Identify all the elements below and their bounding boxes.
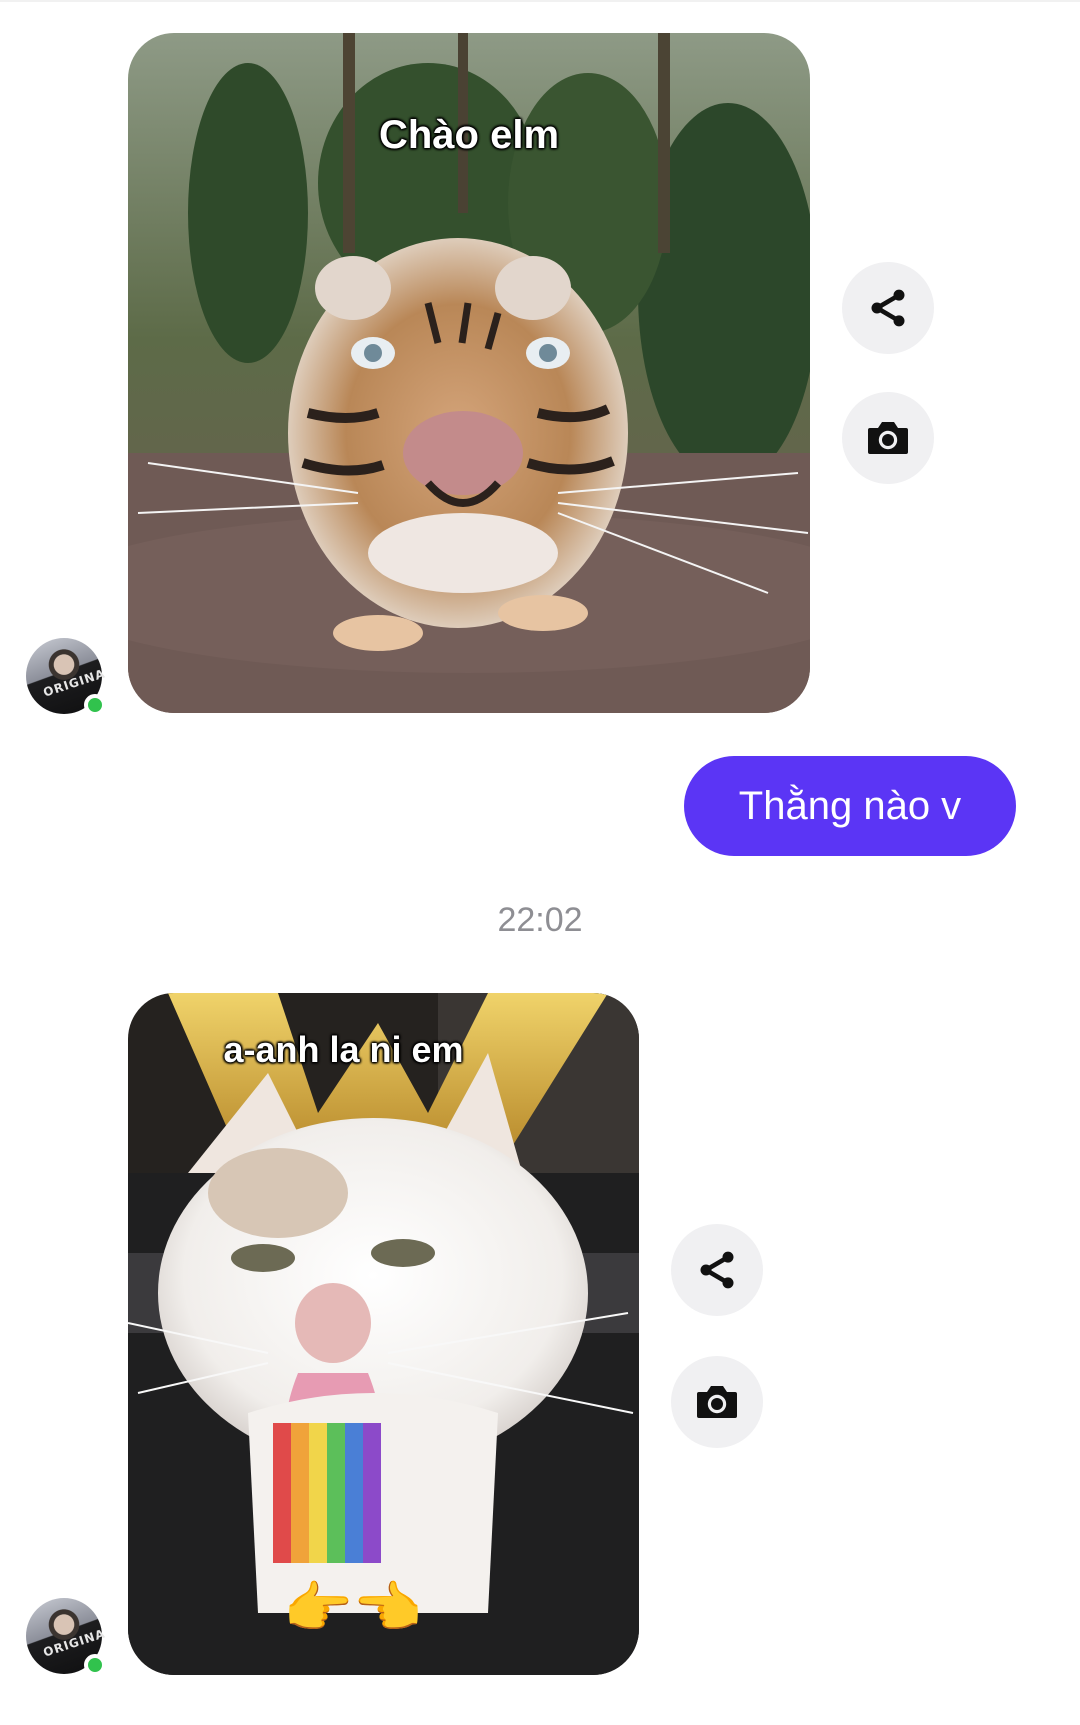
image-message-tiger[interactable]: Chào elm <box>128 33 810 713</box>
camera-icon <box>868 422 908 454</box>
image-caption: a-anh la ni em <box>223 1029 464 1070</box>
camera-icon <box>697 1386 737 1418</box>
message-text: Thằng nào v <box>738 783 962 828</box>
cat-image <box>128 993 639 1675</box>
image-message-cat[interactable]: a-anh la ni em 👉👈 <box>128 993 639 1675</box>
camera-button[interactable] <box>671 1356 763 1448</box>
avatar[interactable]: ORIGINA <box>26 638 107 716</box>
timestamp: 22:02 <box>497 901 583 939</box>
image-caption: Chào elm <box>378 113 560 157</box>
share-button[interactable] <box>842 262 934 354</box>
online-indicator <box>84 694 106 716</box>
share-icon <box>700 1251 734 1289</box>
outgoing-message-bubble[interactable]: Thằng nào v <box>684 756 1016 856</box>
share-icon <box>871 289 905 327</box>
emoji-overlay: 👉👈 <box>283 1576 423 1641</box>
camera-button[interactable] <box>842 392 934 484</box>
top-divider <box>0 0 1080 2</box>
share-button[interactable] <box>671 1224 763 1316</box>
online-indicator <box>84 1654 106 1676</box>
avatar[interactable]: ORIGINA <box>26 1598 107 1676</box>
